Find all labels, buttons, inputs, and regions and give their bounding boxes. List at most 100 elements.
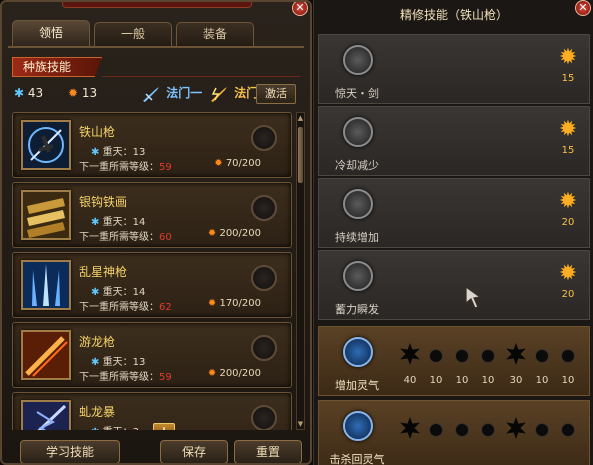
skill-slot[interactable] <box>251 335 277 361</box>
refine-row[interactable]: 冷却减少 ✹ 15 <box>318 106 590 176</box>
panel-header-ornament <box>62 2 252 8</box>
skill-level: ✱ 重天：14 <box>91 287 146 298</box>
scroll-thumb[interactable] <box>298 127 303 183</box>
tab-divider <box>8 46 304 48</box>
node-icon[interactable] <box>481 423 495 437</box>
skills-panel: ✕ 领悟 一般 装备 种族技能 ✱ 43 ✹ 13 法门一 法门二 激活 铁山枪… <box>0 0 312 465</box>
node-icon[interactable] <box>561 423 575 437</box>
learn-skill-button[interactable]: 学习技能 <box>20 440 120 463</box>
skill-cost: ✹ 70/200 <box>214 158 261 169</box>
skill-slot[interactable] <box>251 265 277 291</box>
skill-level: ✱ 重天：14 <box>91 217 146 228</box>
refine-row[interactable]: 惊天・剑 ✹ 15 <box>318 34 590 104</box>
hook-skill-icon <box>21 190 71 240</box>
skill-row[interactable]: 游龙枪 ✱ 重天：13 下一重所需等级：59 ✹ 200/200 <box>12 322 292 388</box>
dragon-spear-skill-icon <box>21 330 71 380</box>
sun-gem-icon: ✹ <box>558 261 578 286</box>
spirit-row[interactable]: 击杀回灵气 <box>318 400 590 465</box>
skill-row[interactable]: 银钩铁画 ✱ 重天：14 下一重所需等级：60 ✹ 200/200 <box>12 182 292 248</box>
spirit-refine-icon <box>343 411 373 441</box>
refine-row[interactable]: 持续增加 ✹ 20 <box>318 178 590 248</box>
node-icon[interactable] <box>455 423 469 437</box>
lightning-dragon-skill-icon <box>21 400 71 430</box>
scroll-up-icon[interactable]: ▲ <box>297 113 304 123</box>
tab-comprehend[interactable]: 领悟 <box>12 20 90 46</box>
star-node-icon[interactable] <box>506 343 526 365</box>
lightning-spear-icon <box>211 86 227 102</box>
sun-gem-icon: ✹ <box>558 189 578 214</box>
refine-value: 15 <box>561 145 575 156</box>
reset-button[interactable]: 重置 <box>234 440 302 463</box>
blue-points: ✱ 43 <box>14 86 43 100</box>
skill-name: 游龙枪 <box>79 335 116 349</box>
skill-requirement: 下一重所需等级：62 <box>79 302 172 313</box>
school-one-button[interactable]: 法门一 <box>142 84 202 104</box>
skill-cost: ✹ 200/200 <box>207 368 261 379</box>
skill-name: 虬龙暴 <box>79 405 116 419</box>
refine-name: 持续增加 <box>335 231 379 244</box>
tab-general[interactable]: 一般 <box>94 22 172 46</box>
node-value: 10 <box>429 375 443 386</box>
star-node-icon[interactable] <box>400 343 420 365</box>
node-value: 10 <box>535 375 549 386</box>
refine-name: 增加灵气 <box>335 379 379 392</box>
skill-requirement: 下一重所需等级：59 <box>79 162 172 173</box>
skill-slot[interactable] <box>251 125 277 151</box>
node-icon[interactable] <box>429 349 443 363</box>
skill-row[interactable]: 乱星神枪 ✱ 重天：14 下一重所需等级：62 ✹ 170/200 <box>12 252 292 318</box>
refine-name: 击杀回灵气 <box>329 453 385 465</box>
sun-gem-icon: ✹ <box>558 117 578 142</box>
orange-points-value: 13 <box>81 86 98 100</box>
skill-list-scrollbar[interactable]: ▲ ▼ <box>296 112 305 430</box>
node-icon[interactable] <box>535 349 549 363</box>
tab-equipment[interactable]: 装备 <box>176 22 254 46</box>
node-icon[interactable] <box>561 349 575 363</box>
skill-name: 银钩铁画 <box>79 195 128 209</box>
tab-bar: 领悟 一般 装备 <box>12 20 254 46</box>
skill-level: ✱ 重天：3 <box>91 423 139 430</box>
skill-row[interactable]: 铁山枪 ✱ 重天：13 下一重所需等级：59 ✹ 70/200 <box>12 112 292 178</box>
refine-panel-title: 精修技能（铁山枪） <box>399 8 508 22</box>
refine-skills-panel: 精修技能（铁山枪） ✕ 惊天・剑 ✹ 15 冷却减少 ✹ 15 持续增加 ✹ 2… <box>313 0 593 465</box>
refine-value: 20 <box>561 289 575 300</box>
scroll-down-icon[interactable]: ▼ <box>297 419 304 429</box>
node-value: 30 <box>509 375 523 386</box>
locked-refine-icon <box>343 261 373 291</box>
node-icon[interactable] <box>481 349 495 363</box>
refine-name: 冷却减少 <box>335 159 379 172</box>
mouse-cursor-icon <box>465 285 482 309</box>
skill-slot[interactable] <box>251 195 277 221</box>
save-button[interactable]: 保存 <box>160 440 228 463</box>
node-value: 10 <box>455 375 469 386</box>
refine-value: 20 <box>561 217 575 228</box>
skill-list: 铁山枪 ✱ 重天：13 下一重所需等级：59 ✹ 70/200 银钩铁画 ✱ 重… <box>12 112 292 430</box>
activate-button[interactable]: 激活 <box>256 84 296 104</box>
skill-level: ✱ 重天：13 <box>91 147 146 158</box>
orange-gem-icon: ✹ <box>68 86 79 100</box>
points-bar: ✱ 43 ✹ 13 法门一 法门二 激活 <box>14 84 300 104</box>
node-icon[interactable] <box>429 423 443 437</box>
add-point-button[interactable]: + <box>153 423 175 430</box>
node-value: 40 <box>403 375 417 386</box>
node-value: 10 <box>561 375 575 386</box>
blue-points-value: 43 <box>27 86 44 100</box>
skill-name: 乱星神枪 <box>79 265 128 279</box>
refine-name: 惊天・剑 <box>335 87 379 100</box>
skill-slot[interactable] <box>251 405 277 430</box>
locked-refine-icon <box>343 189 373 219</box>
spirit-row[interactable]: 增加灵气 40 10 10 10 30 10 10 <box>318 326 590 396</box>
skill-name: 铁山枪 <box>79 125 116 139</box>
node-icon[interactable] <box>455 349 469 363</box>
sun-gem-icon: ✹ <box>558 45 578 70</box>
node-icon[interactable] <box>535 423 549 437</box>
star-spear-skill-icon <box>21 260 71 310</box>
skill-row[interactable]: 虬龙暴 ✱ 重天：3 + <box>12 392 292 430</box>
star-node-icon[interactable] <box>400 417 420 439</box>
star-node-icon[interactable] <box>506 417 526 439</box>
refine-row[interactable]: 蓄力瞬发 ✹ 20 <box>318 250 590 320</box>
refine-name: 蓄力瞬发 <box>335 303 379 316</box>
skill-requirement: 下一重所需等级：60 <box>79 232 172 243</box>
close-icon[interactable]: ✕ <box>292 2 308 16</box>
orange-points: ✹ 13 <box>68 86 97 100</box>
close-icon[interactable]: ✕ <box>575 0 591 16</box>
